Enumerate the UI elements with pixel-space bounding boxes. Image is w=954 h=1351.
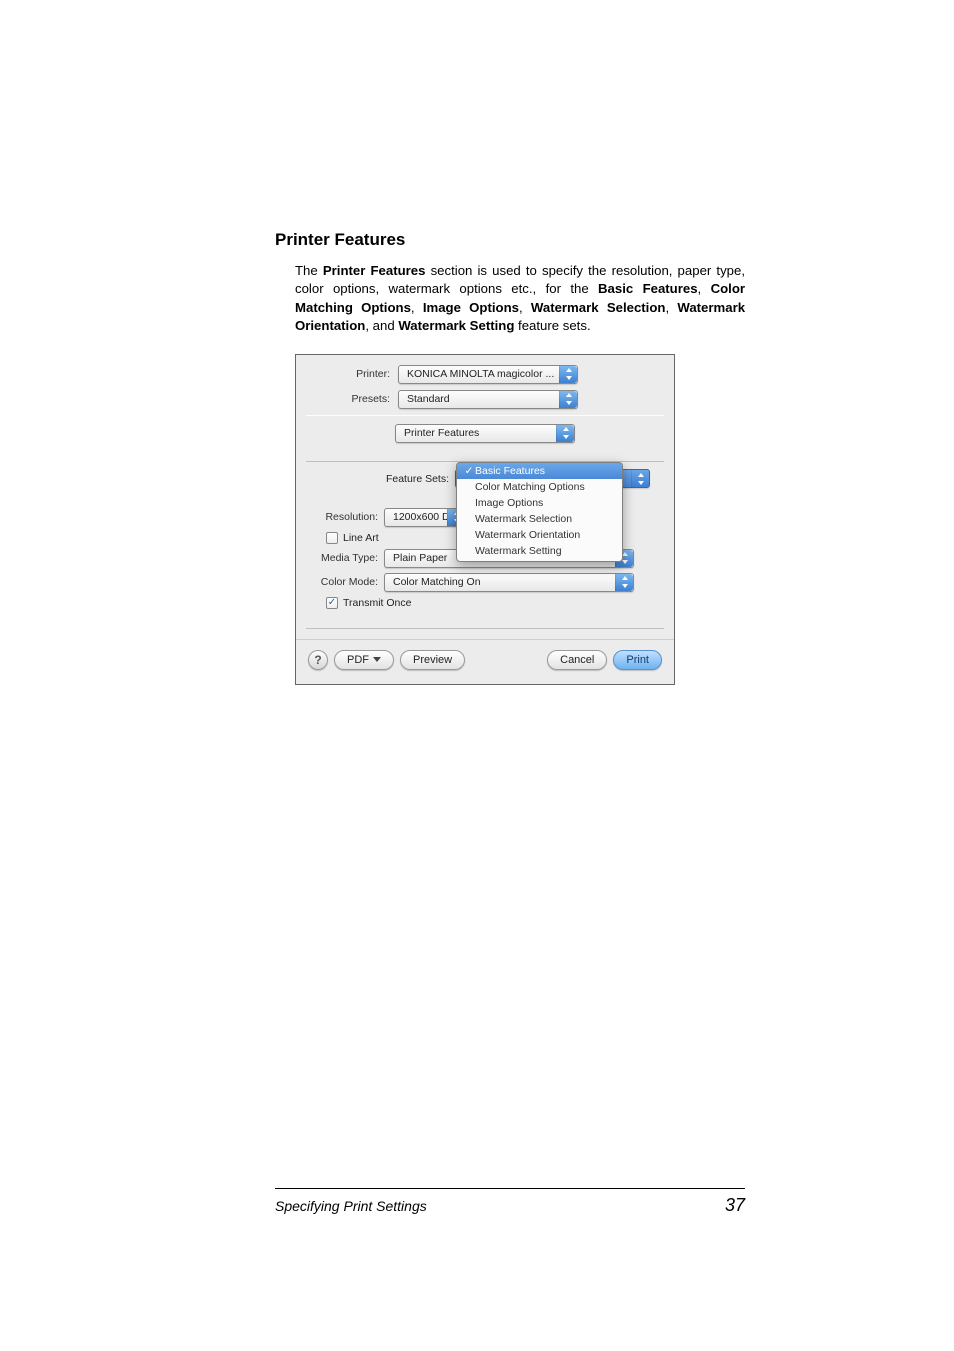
pdf-button-label: PDF xyxy=(347,654,369,666)
footer-title: Specifying Print Settings xyxy=(275,1198,427,1214)
popup-item-label: Watermark Selection xyxy=(475,513,572,525)
mediatype-select-value: Plain Paper xyxy=(393,552,447,564)
feature-sets-popup: ✓ Basic Features Color Matching Options … xyxy=(456,462,623,562)
text: The xyxy=(295,263,323,278)
text: , xyxy=(519,300,531,315)
colormode-label: Color Mode: xyxy=(316,576,384,588)
text-bold: Printer Features xyxy=(323,263,426,278)
printer-select-value: KONICA MINOLTA magicolor ... xyxy=(407,368,554,380)
popup-item-watermark-selection[interactable]: Watermark Selection xyxy=(457,511,622,527)
text: , xyxy=(665,300,677,315)
updown-icon xyxy=(564,393,573,405)
text: feature sets. xyxy=(514,318,590,333)
popup-item-label: Watermark Orientation xyxy=(475,529,580,541)
colormode-select[interactable]: Color Matching On xyxy=(384,573,634,592)
separator xyxy=(306,415,664,416)
presets-select-value: Standard xyxy=(407,393,450,405)
print-dialog: Printer: KONICA MINOLTA magicolor ... Pr… xyxy=(295,354,675,685)
category-select-value: Printer Features xyxy=(404,427,479,439)
intro-paragraph: The Printer Features section is used to … xyxy=(295,262,745,336)
popup-item-label: Image Options xyxy=(475,497,543,509)
colormode-select-value: Color Matching On xyxy=(393,576,481,588)
section-heading: Printer Features xyxy=(275,230,745,250)
text: , xyxy=(698,281,711,296)
pdf-button[interactable]: PDF xyxy=(334,650,394,670)
popup-item-watermark-setting[interactable]: Watermark Setting xyxy=(457,543,622,559)
print-button[interactable]: Print xyxy=(613,650,662,670)
mediatype-label: Media Type: xyxy=(316,552,384,564)
resolution-label: Resolution: xyxy=(316,511,384,523)
text: , xyxy=(411,300,423,315)
popup-item-basic-features[interactable]: ✓ Basic Features xyxy=(457,463,622,479)
text-bold: Basic Features xyxy=(598,281,698,296)
page-footer: Specifying Print Settings 37 xyxy=(275,1188,745,1216)
print-button-label: Print xyxy=(626,654,649,666)
transmit-once-checkbox[interactable]: ✓ Transmit Once xyxy=(326,597,411,609)
text-bold: Watermark Selection xyxy=(531,300,666,315)
popup-item-label: Color Matching Options xyxy=(475,481,585,493)
cancel-button-label: Cancel xyxy=(560,654,594,666)
updown-icon xyxy=(561,427,570,439)
popup-item-image-options[interactable]: Image Options xyxy=(457,495,622,511)
preview-button[interactable]: Preview xyxy=(400,650,465,670)
presets-label: Presets: xyxy=(306,393,398,405)
feature-panel: Feature Sets: Basic Features ✓ Basic Fea… xyxy=(306,461,664,629)
popup-item-label: Watermark Setting xyxy=(475,545,562,557)
lineart-checkbox[interactable]: Line Art xyxy=(326,532,379,544)
printer-label: Printer: xyxy=(306,368,398,380)
text: , and xyxy=(365,318,398,333)
transmit-once-label: Transmit Once xyxy=(343,597,411,609)
updown-icon xyxy=(620,576,629,588)
feature-sets-label: Feature Sets: xyxy=(377,473,455,485)
printer-select[interactable]: KONICA MINOLTA magicolor ... xyxy=(398,365,578,384)
lineart-label: Line Art xyxy=(343,532,379,544)
cancel-button[interactable]: Cancel xyxy=(547,650,607,670)
popup-item-label: Basic Features xyxy=(475,465,545,477)
footer-page-number: 37 xyxy=(725,1195,745,1216)
preview-button-label: Preview xyxy=(413,654,452,666)
presets-select[interactable]: Standard xyxy=(398,390,578,409)
text-bold: Watermark Setting xyxy=(398,318,514,333)
resolution-select-value: 1200x600 D xyxy=(393,511,450,523)
check-icon: ✓ xyxy=(463,465,475,477)
category-select[interactable]: Printer Features xyxy=(395,424,575,443)
popup-item-watermark-orientation[interactable]: Watermark Orientation xyxy=(457,527,622,543)
checkbox-box-icon xyxy=(326,532,338,544)
triangle-down-icon xyxy=(373,657,381,662)
resolution-select[interactable]: 1200x600 D xyxy=(384,508,466,527)
updown-icon xyxy=(636,473,645,485)
checkbox-box-icon: ✓ xyxy=(326,597,338,609)
updown-icon xyxy=(564,368,573,380)
text-bold: Image Options xyxy=(423,300,519,315)
popup-item-color-matching[interactable]: Color Matching Options xyxy=(457,479,622,495)
help-button[interactable]: ? xyxy=(308,650,328,670)
